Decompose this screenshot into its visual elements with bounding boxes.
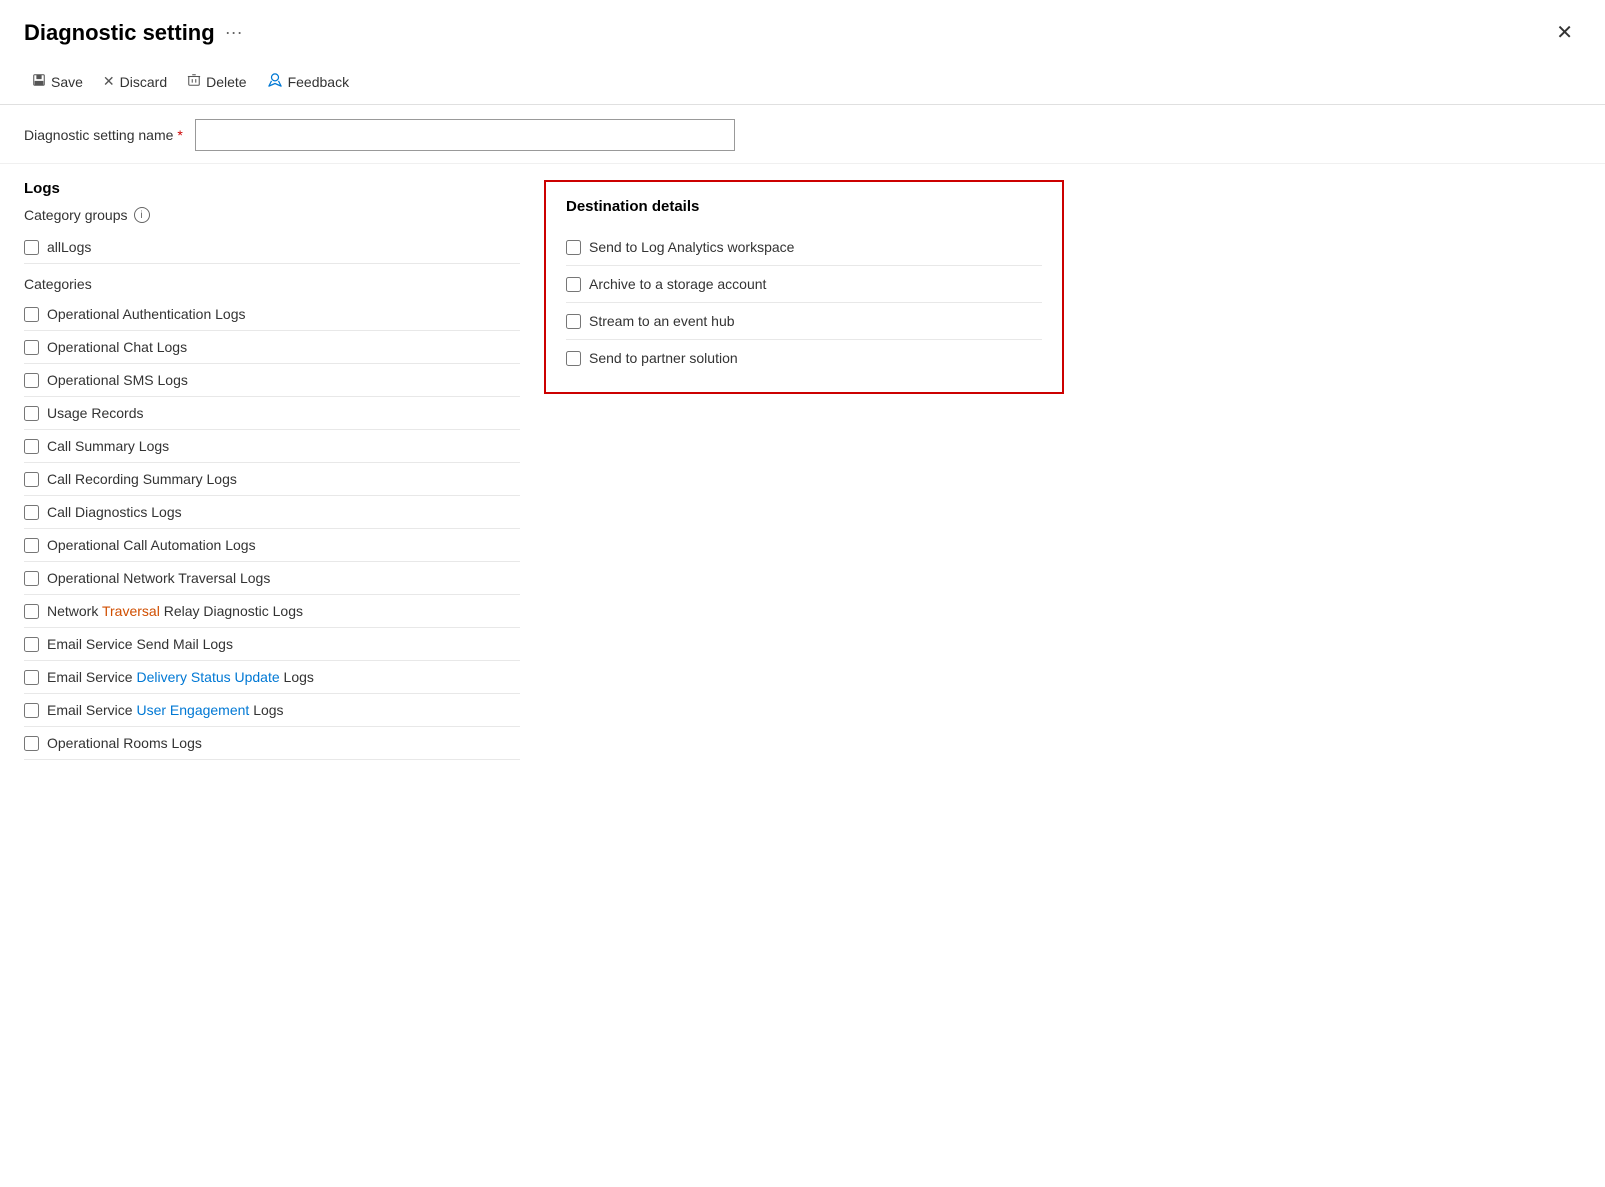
page-container: Diagnostic setting ··· ✕ Save ✕ Discard: [0, 0, 1605, 1187]
category-label-7: Operational Call Automation Logs: [47, 537, 256, 553]
setting-name-row: Diagnostic setting name *: [0, 105, 1605, 164]
main-content: Logs Category groups i allLogs Categorie…: [0, 164, 1605, 760]
category-label-0: Operational Authentication Logs: [47, 306, 245, 322]
save-icon: [32, 73, 46, 90]
category-row: Network Traversal Relay Diagnostic Logs: [24, 595, 520, 628]
category-label-10: Email Service Send Mail Logs: [47, 636, 233, 652]
discard-button[interactable]: ✕ Discard: [95, 69, 175, 94]
destination-label-1: Archive to a storage account: [589, 276, 766, 292]
category-label-13: Operational Rooms Logs: [47, 735, 202, 751]
destination-row-0: Send to Log Analytics workspace: [566, 229, 1042, 266]
destination-label-3: Send to partner solution: [589, 350, 738, 366]
category-checkbox-2[interactable]: [24, 373, 39, 388]
category-groups-label: Category groups: [24, 207, 128, 223]
save-label: Save: [51, 74, 83, 90]
delete-button[interactable]: Delete: [179, 69, 254, 94]
category-checkbox-3[interactable]: [24, 406, 39, 421]
category-label-11: Email Service Delivery Status Update Log…: [47, 669, 314, 685]
all-logs-label: allLogs: [47, 239, 91, 255]
category-row: Email Service Send Mail Logs: [24, 628, 520, 661]
category-checkbox-0[interactable]: [24, 307, 39, 322]
category-label-12: Email Service User Engagement Logs: [47, 702, 284, 718]
category-label-4: Call Summary Logs: [47, 438, 169, 454]
category-row: Email Service Delivery Status Update Log…: [24, 661, 520, 694]
required-indicator: *: [177, 127, 182, 143]
header: Diagnostic setting ··· ✕: [0, 0, 1605, 61]
category-checkbox-5[interactable]: [24, 472, 39, 487]
destination-row-3: Send to partner solution: [566, 340, 1042, 376]
discard-icon: ✕: [103, 73, 115, 90]
destination-box: Destination details Send to Log Analytic…: [544, 180, 1064, 394]
destination-panel: Destination details Send to Log Analytic…: [544, 164, 1581, 760]
category-row: Call Summary Logs: [24, 430, 520, 463]
all-logs-checkbox[interactable]: [24, 240, 39, 255]
destination-row-1: Archive to a storage account: [566, 266, 1042, 303]
logs-section-title: Logs: [24, 180, 520, 197]
category-row: Operational Call Automation Logs: [24, 529, 520, 562]
category-label-2: Operational SMS Logs: [47, 372, 188, 388]
category-checkbox-7[interactable]: [24, 538, 39, 553]
category-checkbox-11[interactable]: [24, 670, 39, 685]
destination-title: Destination details: [566, 198, 1042, 215]
save-button[interactable]: Save: [24, 69, 91, 94]
destination-options: Send to Log Analytics workspace Archive t…: [566, 229, 1042, 376]
close-button[interactable]: ✕: [1548, 16, 1581, 49]
setting-name-label: Diagnostic setting name *: [24, 127, 183, 143]
category-checkbox-1[interactable]: [24, 340, 39, 355]
all-logs-row: allLogs: [24, 231, 520, 264]
more-options-icon[interactable]: ···: [225, 22, 243, 43]
category-label-6: Call Diagnostics Logs: [47, 504, 182, 520]
category-row: Usage Records: [24, 397, 520, 430]
destination-checkbox-0[interactable]: [566, 240, 581, 255]
header-left: Diagnostic setting ···: [24, 20, 243, 46]
categories-section: Categories Operational Authentication Lo…: [24, 276, 520, 760]
delete-label: Delete: [206, 74, 246, 90]
info-icon: i: [134, 207, 150, 223]
destination-label-2: Stream to an event hub: [589, 313, 735, 329]
feedback-button[interactable]: Feedback: [259, 69, 357, 94]
category-row: Call Diagnostics Logs: [24, 496, 520, 529]
category-label-1: Operational Chat Logs: [47, 339, 187, 355]
feedback-label: Feedback: [288, 74, 349, 90]
category-checkbox-8[interactable]: [24, 571, 39, 586]
destination-checkbox-3[interactable]: [566, 351, 581, 366]
category-row: Operational Rooms Logs: [24, 727, 520, 760]
categories-list: Operational Authentication Logs Operation…: [24, 298, 520, 760]
category-checkbox-10[interactable]: [24, 637, 39, 652]
category-label-9: Network Traversal Relay Diagnostic Logs: [47, 603, 303, 619]
categories-title: Categories: [24, 276, 520, 292]
category-checkbox-6[interactable]: [24, 505, 39, 520]
category-checkbox-9[interactable]: [24, 604, 39, 619]
logs-panel: Logs Category groups i allLogs Categorie…: [24, 164, 544, 760]
toolbar: Save ✕ Discard Delete: [0, 61, 1605, 105]
destination-checkbox-2[interactable]: [566, 314, 581, 329]
discard-label: Discard: [120, 74, 167, 90]
category-checkbox-12[interactable]: [24, 703, 39, 718]
category-checkbox-4[interactable]: [24, 439, 39, 454]
destination-row-2: Stream to an event hub: [566, 303, 1042, 340]
category-label-8: Operational Network Traversal Logs: [47, 570, 270, 586]
delete-icon: [187, 73, 201, 90]
category-groups-header: Category groups i: [24, 207, 520, 223]
category-checkbox-13[interactable]: [24, 736, 39, 751]
category-row: Operational Chat Logs: [24, 331, 520, 364]
category-row: Operational SMS Logs: [24, 364, 520, 397]
category-row: Operational Network Traversal Logs: [24, 562, 520, 595]
feedback-icon: [267, 73, 283, 90]
category-row: Operational Authentication Logs: [24, 298, 520, 331]
category-label-5: Call Recording Summary Logs: [47, 471, 237, 487]
page-title: Diagnostic setting: [24, 20, 215, 46]
category-row: Call Recording Summary Logs: [24, 463, 520, 496]
category-label-3: Usage Records: [47, 405, 144, 421]
category-row: Email Service User Engagement Logs: [24, 694, 520, 727]
destination-label-0: Send to Log Analytics workspace: [589, 239, 794, 255]
setting-name-input[interactable]: [195, 119, 735, 151]
destination-checkbox-1[interactable]: [566, 277, 581, 292]
